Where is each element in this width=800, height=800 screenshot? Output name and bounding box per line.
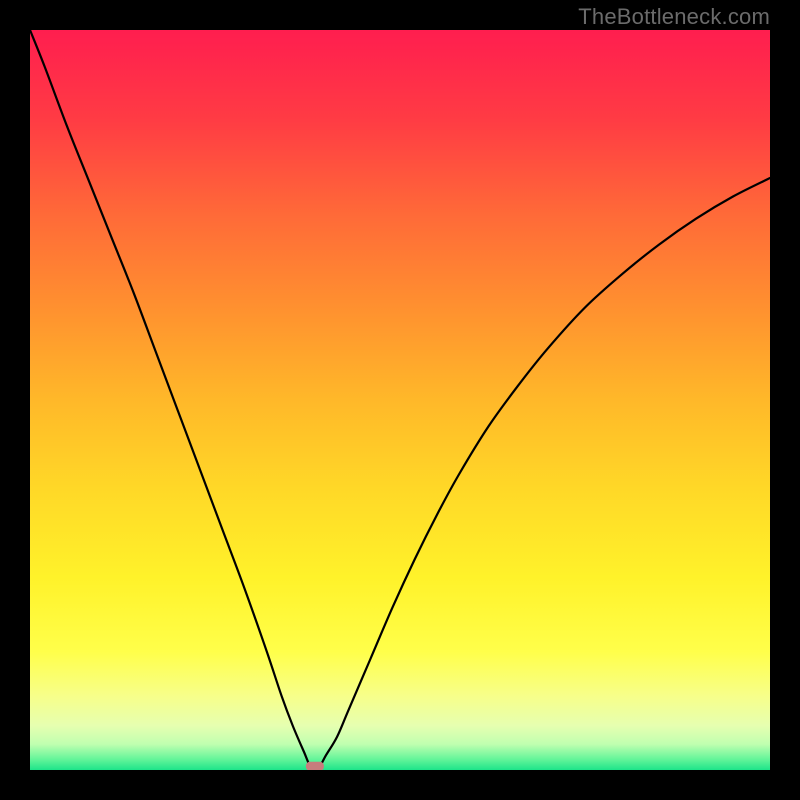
chart-svg: [30, 30, 770, 770]
watermark-text: TheBottleneck.com: [578, 4, 770, 30]
chart-plot-area: [30, 30, 770, 770]
minimum-marker: [306, 762, 324, 770]
chart-background: [30, 30, 770, 770]
